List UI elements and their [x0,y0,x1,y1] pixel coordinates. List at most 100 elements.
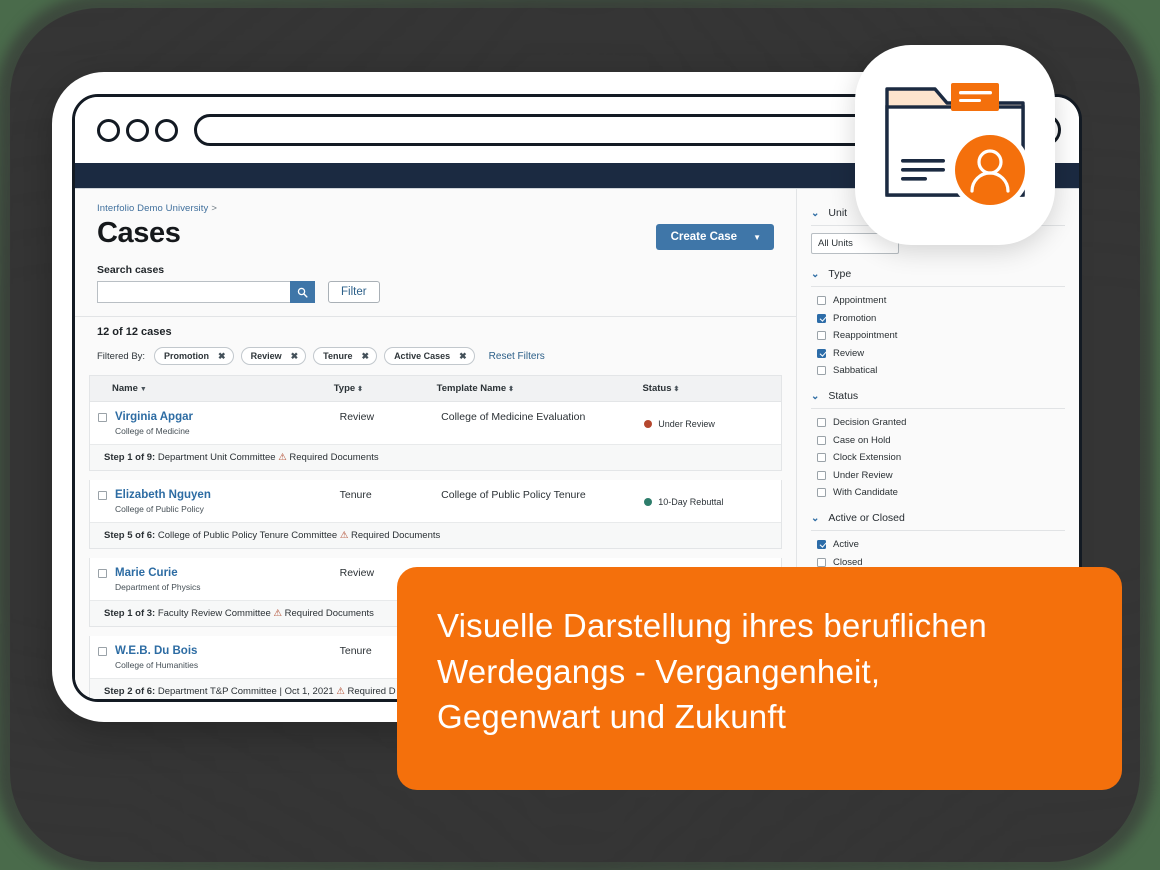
breadcrumb[interactable]: Interfolio Demo University > [97,203,774,214]
row-checkbox[interactable] [98,491,107,500]
page-title: Cases [97,217,181,249]
filter-chip-row: Filtered By: Promotion ✖ Review ✖ Tenure ✖ Act… [97,347,774,365]
filter-option-appointment[interactable]: Appointment [817,295,1079,306]
filter-group-type: ⌄ Type Appointment Promotion Reappointment Re… [811,262,1079,376]
filter-option-case-on-hold[interactable]: Case on Hold [817,435,1079,446]
checkbox-icon[interactable] [817,488,826,497]
breadcrumb-label[interactable]: Interfolio Demo University [97,203,208,214]
sort-arrow-icon[interactable]: ⬍ [674,386,680,393]
required-documents-label: Required Documents [348,530,441,541]
filter-chip-label: Promotion [164,351,210,361]
checkbox-icon[interactable] [817,435,826,445]
caption-card: Visuelle Darstellung ihres beruflichen We… [397,567,1122,790]
filter-chip[interactable]: Tenure ✖ [313,347,378,365]
reset-filters-link[interactable]: Reset Filters [489,351,545,362]
filter-group-header[interactable]: ⌄ Active or Closed [811,506,1079,530]
column-header-status[interactable]: Status ⬍ [642,383,781,394]
filter-option-label: Review [833,347,865,359]
chevron-down-icon: ⌄ [811,390,820,402]
filtered-by-label: Filtered By: [97,350,146,362]
remove-chip-icon[interactable]: ✖ [291,351,299,362]
filter-option-closed[interactable]: Closed [817,557,1079,568]
filter-button[interactable]: Filter [328,281,380,303]
warning-triangle-icon: ⚠ [278,452,287,463]
filter-option-list: Appointment Promotion Reappointment Review S… [811,287,1079,376]
checkbox-icon[interactable] [817,331,826,340]
filter-option-review[interactable]: Review [817,348,1079,359]
filter-chip-label: Review [250,351,282,361]
checkbox-checked-icon[interactable] [817,540,826,549]
filter-option-decision-granted[interactable]: Decision Granted [817,417,1079,428]
filter-option-label: Sabbatical [833,365,878,376]
required-documents-label: Required Documents [286,452,379,463]
status-dot-icon [644,497,653,506]
case-name-link[interactable]: W.E.B. Du Bois [115,645,340,657]
filter-group-header[interactable]: ⌄ Status [811,384,1079,408]
filter-option-label: Active [833,539,859,550]
filter-option-clock-extension[interactable]: Clock Extension [817,452,1079,463]
remove-chip-icon[interactable]: ✖ [218,351,226,362]
checkbox-icon[interactable] [817,296,826,305]
search-icon[interactable] [290,281,315,303]
row-checkbox[interactable] [98,413,107,422]
case-organization: College of Medicine [115,426,190,436]
filter-group-header[interactable]: ⌄ Type [811,262,1079,286]
filter-option-promotion[interactable]: Promotion [817,313,1079,324]
warning-triangle-icon: ⚠ [336,686,345,697]
step-committee: Department T&P Committee | [155,686,285,697]
sort-arrow-icon[interactable]: ⬍ [357,386,363,393]
sort-arrow-icon[interactable]: ⬍ [508,386,514,393]
step-number: Step 5 of 6: [104,530,156,541]
create-case-button[interactable]: Create Case ▼ [655,224,774,250]
column-header-template-name[interactable]: Template Name ⬍ [437,383,643,394]
minimize-circle-icon[interactable] [126,118,149,142]
filter-option-reappointment[interactable]: Reappointment [817,330,1079,341]
case-organization: College of Public Policy [115,504,204,514]
filter-option-label: With Candidate [833,487,898,498]
create-case-label: Create Case [670,231,738,243]
filter-chip-label: Tenure [323,351,353,361]
cases-table-header: Name ▼ Type ⬍ Template Name ⬍ Status ⬍ [89,375,782,402]
chevron-down-icon: ⌄ [811,512,820,524]
sort-arrow-icon[interactable]: ▼ [140,386,147,393]
remove-chip-icon[interactable]: ✖ [362,351,370,362]
remove-chip-icon[interactable]: ✖ [459,351,467,362]
filter-option-active[interactable]: Active [817,539,1079,550]
search-input[interactable] [97,281,290,303]
case-name-link[interactable]: Virginia Apgar [115,411,340,423]
column-header-label: Template Name [436,383,507,394]
column-header-name[interactable]: Name ▼ [90,383,334,394]
row-checkbox[interactable] [98,569,107,578]
filter-group-title: Unit [828,207,848,219]
checkbox-icon[interactable] [817,470,826,480]
case-template-name: College of Medicine Evaluation [441,411,586,423]
case-name-link[interactable]: Elizabeth Nguyen [115,489,340,501]
checkbox-icon[interactable] [817,366,826,375]
title-row: Cases Create Case ▼ [97,218,774,250]
case-name-link[interactable]: Marie Curie [115,567,340,579]
row-checkbox[interactable] [98,647,107,656]
column-header-type[interactable]: Type ⬍ [334,383,437,394]
filter-option-sabbatical[interactable]: Sabbatical [817,365,1079,376]
case-step-row: Step 5 of 6: College of Public Policy Te… [90,522,781,548]
warning-triangle-icon: ⚠ [273,608,282,619]
filter-chip[interactable]: Promotion ✖ [154,347,234,365]
case-organization: Department of Physics [115,582,201,592]
status-label: Under Review [658,418,715,429]
filter-option-label: Closed [833,556,863,568]
filter-chip[interactable]: Review ✖ [240,347,307,365]
checkbox-icon[interactable] [817,453,826,462]
filter-option-list: Active Closed [811,531,1079,568]
checkbox-checked-icon[interactable] [817,313,826,323]
close-circle-icon[interactable] [97,118,120,142]
chevron-down-icon: ⌄ [811,207,820,219]
filter-option-with-candidate[interactable]: With Candidate [817,487,1079,498]
filter-option-under-review[interactable]: Under Review [817,470,1079,481]
checkbox-icon[interactable] [817,557,826,567]
checkbox-checked-icon[interactable] [817,348,826,358]
filter-group-title: Active or Closed [828,512,905,524]
filter-chip[interactable]: Active Cases ✖ [384,347,475,365]
maximize-circle-icon[interactable] [155,118,178,142]
breadcrumb-separator-icon: > [211,203,218,214]
checkbox-icon[interactable] [817,418,826,427]
